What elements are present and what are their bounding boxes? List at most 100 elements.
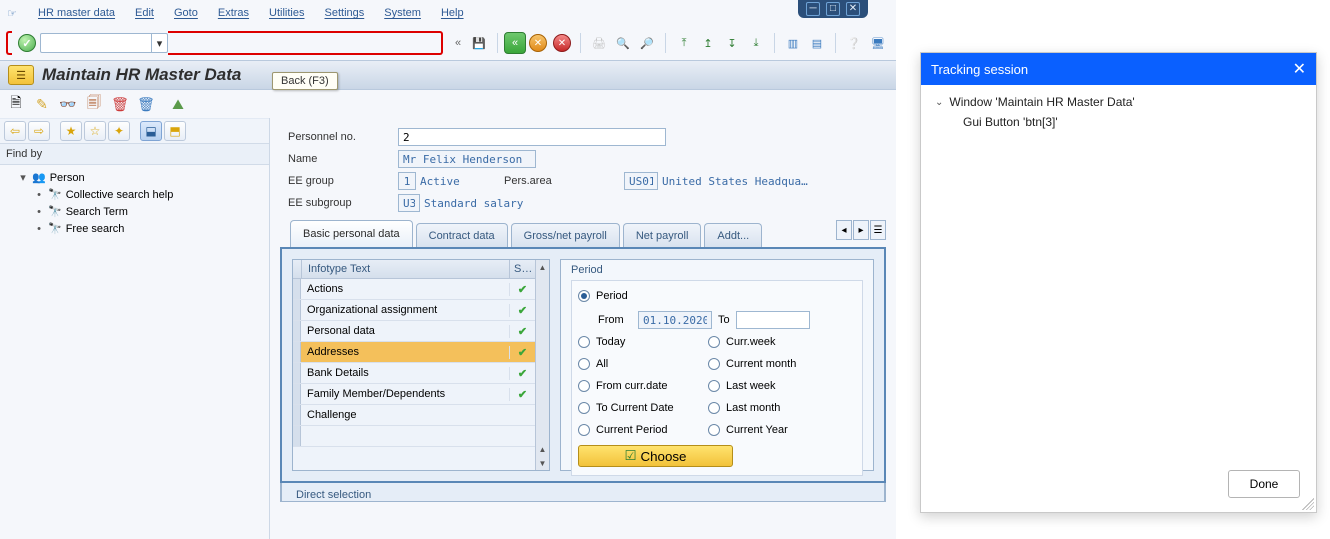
choose-button[interactable]: ☑ Choose — [578, 445, 733, 467]
first-page-button[interactable]: ⤒ — [673, 32, 695, 54]
tree-fav3-icon[interactable]: ✦ — [108, 121, 130, 141]
radio-currperiod-row[interactable]: Current Period — [578, 419, 708, 441]
find-by-tree[interactable]: ▾👥 Person •🔭Collective search help •🔭Sea… — [0, 165, 269, 539]
overview-icon[interactable]: ⛰ — [168, 94, 188, 114]
infotype-row[interactable] — [293, 426, 535, 447]
tree-person[interactable]: ▾👥 Person — [18, 169, 267, 186]
infotype-row[interactable]: Challenge — [293, 405, 535, 426]
menu-utilities[interactable]: Utilities — [259, 5, 314, 21]
tree-collective-search[interactable]: •🔭Collective search help — [34, 186, 267, 203]
layout-button[interactable]: 🖥 — [867, 32, 889, 54]
radio-curryear-row[interactable]: Current Year — [708, 419, 856, 441]
chevron-down-icon[interactable]: ⌄ — [935, 97, 943, 108]
menu-extras[interactable]: Extras — [208, 5, 259, 21]
command-field-dropdown[interactable]: ▾ — [151, 33, 167, 53]
tab-scroll-left[interactable]: ◂ — [836, 220, 852, 240]
radio-currmonth-row[interactable]: Current month — [708, 353, 856, 375]
delimit-icon[interactable]: 🗑︎ — [110, 94, 130, 114]
period-radio-period[interactable]: Period — [578, 285, 856, 307]
tab-contract-data[interactable]: Contract data — [416, 223, 508, 247]
radio-lastmonth-row[interactable]: Last month — [708, 397, 856, 419]
enter-button[interactable]: ✓ — [18, 34, 36, 52]
infotype-row[interactable]: Actions✔ — [293, 279, 535, 300]
tab-net-payroll[interactable]: Net payroll — [623, 223, 702, 247]
close-button[interactable]: ✕ — [846, 2, 860, 16]
delete-icon[interactable]: 🗑 — [136, 94, 156, 114]
exit-button[interactable]: ✕ — [527, 32, 549, 54]
help-button[interactable]: ❔ — [843, 32, 865, 54]
radio-period[interactable] — [578, 290, 590, 302]
new-session-button[interactable]: ▥ — [782, 32, 804, 54]
tree-prev-icon[interactable]: ⇦ — [4, 121, 26, 141]
app-icon[interactable]: ☞ — [2, 3, 22, 23]
minimize-button[interactable]: ─ — [806, 2, 820, 16]
tracking-row-window[interactable]: ⌄ Window 'Maintain HR Master Data' — [935, 95, 1302, 109]
tab-additional[interactable]: Addt... — [704, 223, 762, 247]
infotype-scrollbar[interactable]: ▲ ▲ ▼ — [535, 260, 549, 470]
tab-list[interactable]: ☰ — [870, 220, 886, 240]
print-button[interactable]: 🖨 — [588, 32, 610, 54]
menu-hr-master-data[interactable]: HR master data — [28, 5, 125, 21]
to-input[interactable] — [736, 311, 810, 329]
next-page-button[interactable]: ↧ — [721, 32, 743, 54]
radio-all-row[interactable]: All — [578, 353, 708, 375]
infotype-table[interactable]: Actions✔Organizational assignment✔Person… — [293, 279, 535, 470]
scroll-down-icon[interactable]: ▼ — [537, 456, 549, 470]
tree-collapse-icon[interactable]: ⬒ — [164, 121, 186, 141]
find-button[interactable]: 🔍 — [612, 32, 634, 54]
find-next-button[interactable]: 🔎 — [636, 32, 658, 54]
infotype-row[interactable]: Family Member/Dependents✔ — [293, 384, 535, 405]
toolbar-separator — [580, 33, 581, 53]
tracking-close-icon[interactable]: ✕ — [1293, 59, 1306, 79]
infotype-row[interactable]: Personal data✔ — [293, 321, 535, 342]
tree-fav2-icon[interactable]: ☆ — [84, 121, 106, 141]
tree-fav-icon[interactable]: ★ — [60, 121, 82, 141]
infotype-row[interactable]: Bank Details✔ — [293, 363, 535, 384]
tab-basic-personal[interactable]: Basic personal data — [290, 220, 413, 247]
tab-scroll-right[interactable]: ▸ — [853, 220, 869, 240]
infotype-row[interactable]: Organizational assignment✔ — [293, 300, 535, 321]
screen-title-icon[interactable]: ☰ — [8, 65, 34, 85]
radio-currweek-row[interactable]: Curr.week — [708, 331, 856, 353]
shortcut-button[interactable]: ▤ — [806, 32, 828, 54]
tree-free-search[interactable]: •🔭Free search — [34, 220, 267, 237]
maximize-button[interactable]: □ — [826, 2, 840, 16]
infotype-row[interactable]: Addresses✔ — [293, 342, 535, 363]
resize-handle[interactable] — [1302, 498, 1314, 510]
tree-search-term[interactable]: •🔭Search Term — [34, 203, 267, 220]
tree-next-icon[interactable]: ⇨ — [28, 121, 50, 141]
scroll-up-icon[interactable]: ▲ — [537, 260, 549, 274]
display-icon[interactable]: 👓 — [58, 94, 78, 114]
cancel-button[interactable]: ✕ — [551, 32, 573, 54]
last-page-button[interactable]: ⤓ — [745, 32, 767, 54]
radio-lastweek-row[interactable]: Last week — [708, 375, 856, 397]
tracking-body: ⌄ Window 'Maintain HR Master Data' Gui B… — [921, 85, 1316, 512]
tree-expand-icon[interactable]: ⬓ — [140, 121, 162, 141]
radio-fromcurr-row[interactable]: From curr.date — [578, 375, 708, 397]
menu-help[interactable]: Help — [431, 5, 474, 21]
menu-system[interactable]: System — [374, 5, 431, 21]
scroll-up2-icon[interactable]: ▲ — [537, 442, 549, 456]
copy-icon[interactable]: 🗐 — [84, 94, 104, 114]
toolbar-separator — [497, 33, 498, 53]
radio-tocurr-row[interactable]: To Current Date — [578, 397, 708, 419]
change-icon[interactable]: ✎ — [32, 94, 52, 114]
save-button[interactable]: 💾 — [468, 32, 490, 54]
menu-settings[interactable]: Settings — [315, 5, 375, 21]
personnel-no-input[interactable] — [398, 128, 666, 146]
toolbar-chevron-left[interactable]: « — [449, 37, 467, 49]
done-button[interactable]: Done — [1228, 470, 1300, 498]
back-button[interactable]: « — [504, 32, 526, 54]
radio-today-row[interactable]: Today — [578, 331, 708, 353]
pers-area-code — [624, 172, 658, 190]
tab-gross-net[interactable]: Gross/net payroll — [511, 223, 620, 247]
tracking-row-button[interactable]: Gui Button 'btn[3]' — [935, 109, 1302, 129]
menu-goto[interactable]: Goto — [164, 5, 208, 21]
prev-page-button[interactable]: ↥ — [697, 32, 719, 54]
command-field[interactable]: ▾ — [40, 33, 168, 53]
infotype-head-status[interactable]: S… — [509, 260, 535, 278]
menu-edit[interactable]: Edit — [125, 5, 164, 21]
from-input[interactable] — [638, 311, 712, 329]
create-icon[interactable]: 🗎 — [6, 94, 26, 114]
infotype-head-text[interactable]: Infotype Text — [301, 260, 509, 278]
